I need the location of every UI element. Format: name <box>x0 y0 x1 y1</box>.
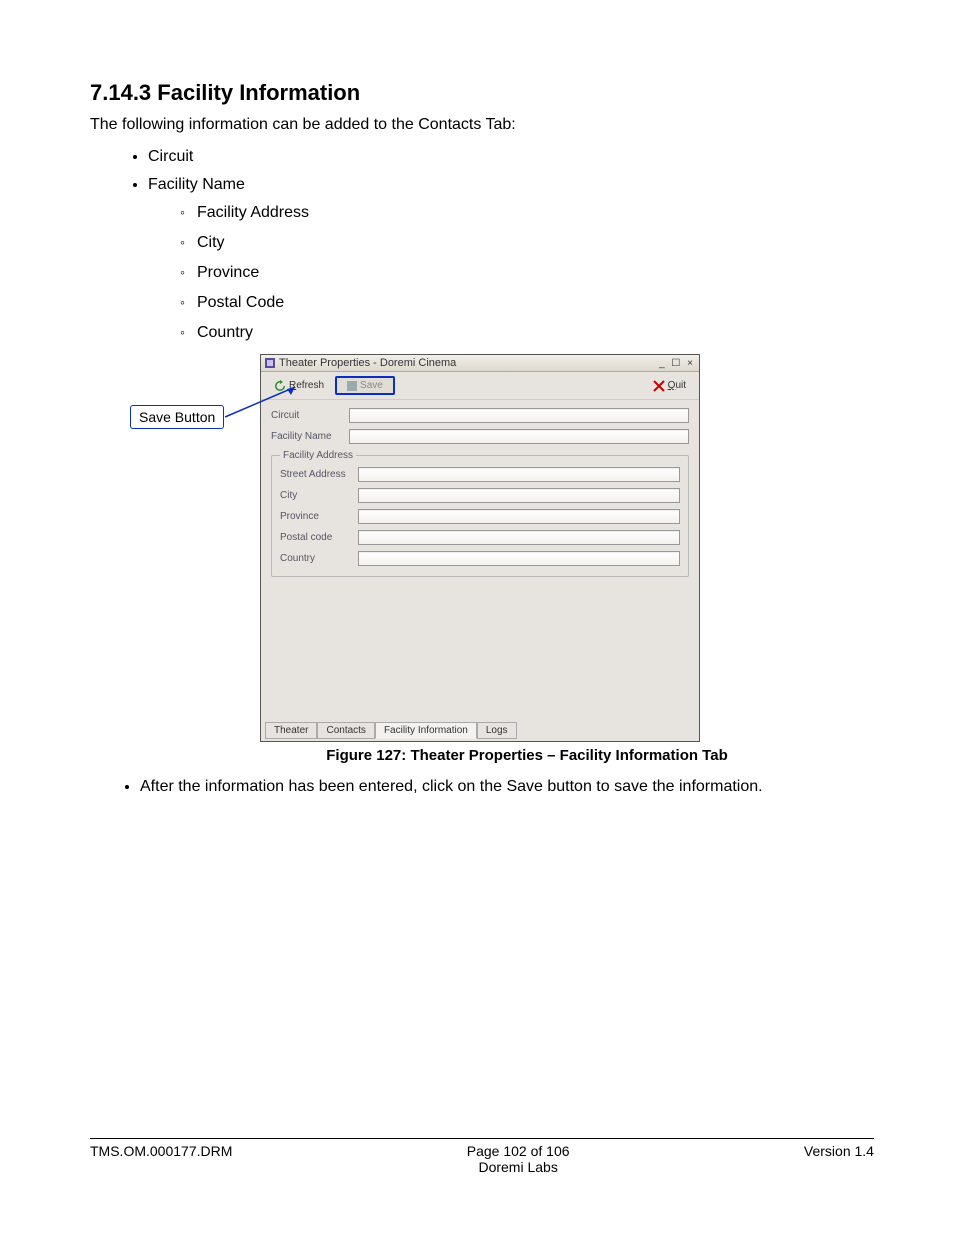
facility-address-legend: Facility Address <box>280 450 356 461</box>
tab-contacts[interactable]: Contacts <box>317 722 374 739</box>
list-item: Postal Code <box>180 294 874 312</box>
footer-version: Version 1.4 <box>804 1143 874 1175</box>
facility-form: Circuit Facility Name Facility Address S… <box>261 400 699 721</box>
bottom-tabstrip: Theater Contacts Facility Information Lo… <box>261 721 699 741</box>
after-list: After the information has been entered, … <box>140 776 874 798</box>
window-title: Theater Properties - Doremi Cinema <box>279 357 456 369</box>
street-label: Street Address <box>280 469 352 480</box>
window-titlebar: Theater Properties - Doremi Cinema _ ☐ × <box>261 355 699 372</box>
callout-save-button: Save Button <box>130 405 224 429</box>
city-input[interactable] <box>358 488 680 503</box>
tab-facility-information[interactable]: Facility Information <box>375 722 477 739</box>
close-icon <box>653 380 665 392</box>
list-item: Province <box>180 264 874 282</box>
tab-logs[interactable]: Logs <box>477 722 517 739</box>
info-list: Circuit Facility Name Facility Address C… <box>148 148 874 342</box>
save-icon <box>347 381 357 391</box>
callout-arrow <box>225 417 320 418</box>
country-label: Country <box>280 553 352 564</box>
window-controls[interactable]: _ ☐ × <box>659 358 695 369</box>
street-input[interactable] <box>358 467 680 482</box>
intro-text: The following information can be added t… <box>90 116 874 134</box>
circuit-input[interactable] <box>349 408 689 423</box>
app-icon <box>265 358 275 368</box>
list-item: Country <box>180 324 874 342</box>
footer-doc-id: TMS.OM.000177.DRM <box>90 1143 232 1175</box>
figure-caption: Figure 127: Theater Properties – Facilit… <box>180 747 874 764</box>
facility-name-label: Facility Name <box>271 431 343 442</box>
facility-name-input[interactable] <box>349 429 689 444</box>
list-item: Facility Name Facility Address City Prov… <box>148 176 874 342</box>
quit-label: Quit <box>668 380 686 391</box>
footer-page-number: Page 102 of 106 <box>467 1143 570 1159</box>
tab-theater[interactable]: Theater <box>265 722 317 739</box>
save-label: Save <box>360 380 383 391</box>
list-item: Circuit <box>148 148 874 166</box>
country-input[interactable] <box>358 551 680 566</box>
postal-label: Postal code <box>280 532 352 543</box>
section-heading: 7.14.3 Facility Information <box>90 80 874 106</box>
postal-input[interactable] <box>358 530 680 545</box>
list-item: City <box>180 234 874 252</box>
list-item-label: Facility Name <box>148 176 245 193</box>
province-label: Province <box>280 511 352 522</box>
province-input[interactable] <box>358 509 680 524</box>
list-item: After the information has been entered, … <box>140 776 874 798</box>
facility-address-group: Facility Address Street Address City Pro… <box>271 450 689 577</box>
page-footer: TMS.OM.000177.DRM Page 102 of 106 Doremi… <box>90 1138 874 1175</box>
quit-button[interactable]: Quit <box>646 377 693 395</box>
city-label: City <box>280 490 352 501</box>
footer-company: Doremi Labs <box>478 1159 557 1175</box>
save-button[interactable]: Save <box>335 376 395 395</box>
list-item: Facility Address <box>180 204 874 222</box>
